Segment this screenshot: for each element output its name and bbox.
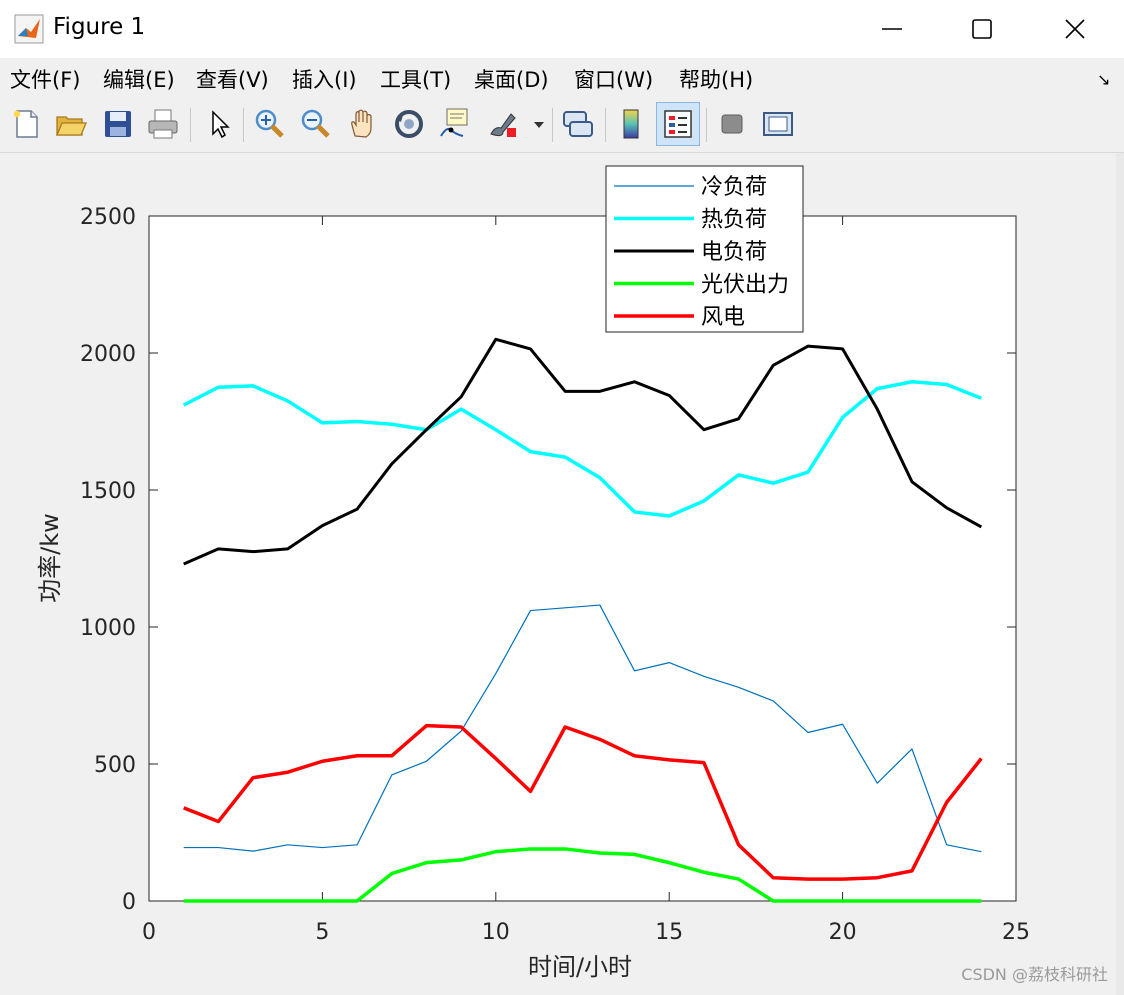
x-tick-label: 0 [142, 920, 156, 945]
x-tick-label: 5 [315, 920, 329, 945]
y-tick-label: 2500 [80, 205, 136, 230]
y-axis-label: 功率/kw [36, 513, 64, 603]
x-axis-label: 时间/小时 [528, 953, 632, 981]
legend-entry: 风电 [701, 305, 745, 330]
watermark: CSDN @荔枝科研社 [961, 965, 1108, 984]
x-tick-label: 15 [655, 920, 683, 945]
y-tick-label: 1000 [80, 616, 136, 641]
legend-entry: 冷负荷 [701, 175, 767, 200]
legend-entry: 电负荷 [701, 240, 767, 265]
x-tick-label: 20 [829, 920, 857, 945]
y-tick-label: 2000 [80, 342, 136, 367]
legend-entry: 光伏出力 [701, 273, 789, 298]
y-tick-label: 500 [94, 753, 136, 778]
x-tick-label: 10 [482, 920, 510, 945]
y-tick-label: 1500 [80, 479, 136, 504]
x-tick-label: 25 [1002, 920, 1030, 945]
y-tick-label: 0 [122, 890, 136, 915]
line-chart: 0 5 10 15 20 25 0 500 1000 1500 2000 2500 时间/小时 功率/… [36, 165, 1108, 984]
legend[interactable]: 冷负荷热负荷电负荷光伏出力风电 [605, 165, 804, 333]
legend-entry: 热负荷 [701, 208, 767, 233]
plot-area [148, 215, 1017, 902]
